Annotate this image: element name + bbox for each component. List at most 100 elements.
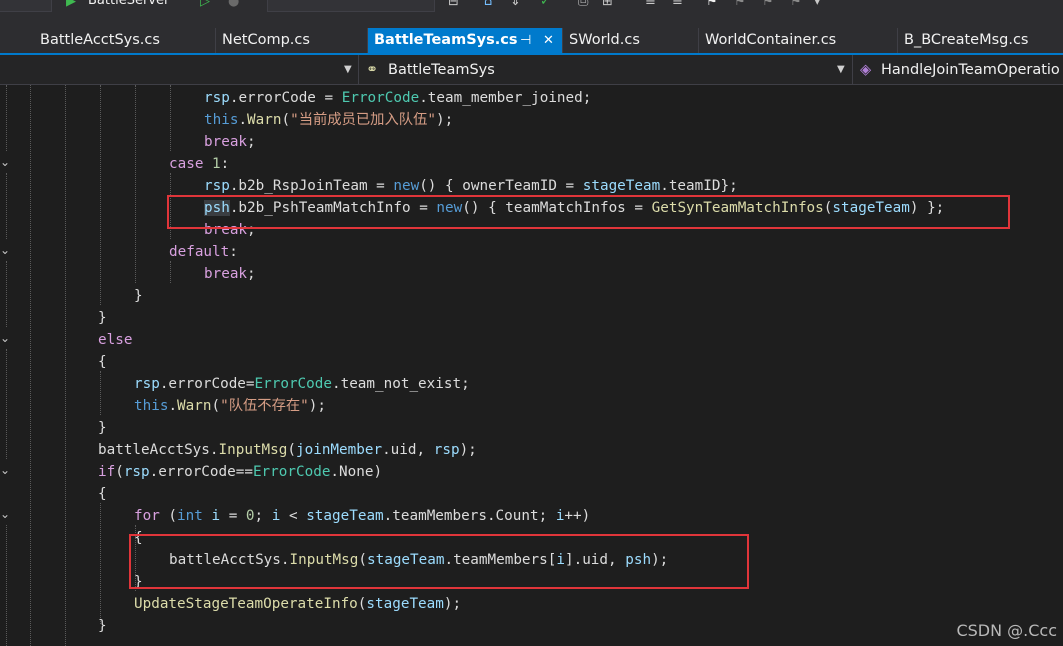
code-token: "当前成员已加入队伍": [290, 112, 436, 128]
code-line[interactable]: for (int i = 0; i < stageTeam.teamMember…: [134, 505, 590, 527]
run-target-label[interactable]: BattleServer: [88, 0, 169, 8]
compare-icon[interactable]: ⊞: [602, 0, 613, 9]
fold-guide: [6, 85, 7, 151]
outdent-icon[interactable]: ≡: [645, 0, 656, 9]
code-token: );: [459, 442, 477, 458]
code-token: default: [169, 244, 230, 260]
tab-b-bcreatemsg[interactable]: B_BCreateMsg.cs: [898, 28, 1063, 53]
member-dropdown[interactable]: HandleJoinTeamOperatio: [881, 59, 1060, 81]
code-line[interactable]: this.Warn("当前成员已加入队伍");: [204, 109, 453, 131]
find-icon[interactable]: ⊟: [448, 0, 459, 9]
tab-battleacctsys[interactable]: BattleAcctSys.cs: [34, 28, 216, 53]
stop-icon[interactable]: ●: [228, 0, 239, 9]
code-token: .teamMembers.Count;: [383, 508, 556, 524]
fold-chevron-down-icon[interactable]: ⌄: [0, 239, 10, 261]
code-token: new: [393, 178, 420, 194]
code-token: break: [204, 134, 248, 150]
tab-label: BattleAcctSys.cs: [40, 32, 160, 48]
code-line[interactable]: break;: [204, 131, 256, 153]
code-token: for: [134, 508, 160, 524]
code-token: break: [204, 266, 248, 282]
code-token: else: [98, 332, 133, 348]
code-token: stageTeam: [306, 508, 384, 524]
tab-battleteamsys[interactable]: BattleTeamSys.cs ⊣ ✕: [368, 28, 563, 53]
fold-chevron-down-icon[interactable]: ⌄: [0, 327, 10, 349]
toolbar-search-box[interactable]: [267, 0, 435, 12]
code-token: (: [159, 508, 178, 524]
bookmark-next-icon[interactable]: ⚑: [762, 0, 774, 9]
nav-divider: [852, 55, 853, 84]
sort-icon[interactable]: ⇕: [510, 0, 521, 9]
code-token: .teamID};: [660, 178, 738, 194]
bookmark-clear-icon[interactable]: ⚑: [790, 0, 802, 9]
code-line[interactable]: }: [98, 417, 107, 439]
code-line[interactable]: battleAcctSys.InputMsg(joinMember.uid, r…: [98, 439, 477, 461]
code-token: =: [220, 508, 246, 524]
indent-guide: [100, 85, 101, 305]
start-debug-icon[interactable]: ▶: [66, 0, 76, 9]
pin-icon[interactable]: ⊣: [520, 28, 531, 53]
code-token: "队伍不存在": [220, 398, 309, 414]
fold-chevron-down-icon[interactable]: ⌄: [0, 459, 10, 481]
code-token: case: [169, 156, 204, 172]
fold-chevron-down-icon[interactable]: ⌄: [0, 151, 10, 173]
close-icon[interactable]: ✕: [543, 28, 554, 53]
code-line[interactable]: rsp.errorCode=ErrorCode.team_not_exist;: [134, 373, 470, 395]
code-line[interactable]: rsp.errorCode = ErrorCode.team_member_jo…: [204, 87, 591, 109]
code-line[interactable]: {: [98, 483, 107, 505]
toolbar-overflow-icon[interactable]: ▾: [814, 0, 821, 9]
code-line[interactable]: rsp.b2b_RspJoinTeam = new() { ownerTeamI…: [204, 175, 738, 197]
code-token: Warn: [177, 398, 212, 414]
indent-icon[interactable]: ≡: [672, 0, 683, 9]
code-token: (: [115, 464, 124, 480]
solution-config-dropdown[interactable]: [0, 0, 52, 12]
bookmark-icon[interactable]: ⚑: [706, 0, 718, 9]
fold-guide: [6, 349, 7, 459]
code-token: rsp: [134, 376, 160, 392]
printer-icon[interactable]: ⎙: [578, 0, 588, 9]
class-dropdown-chevron-down-icon[interactable]: ▼: [837, 59, 845, 81]
code-line[interactable]: case 1:: [169, 153, 229, 175]
code-line[interactable]: }: [98, 307, 107, 329]
code-line[interactable]: if(rsp.errorCode==ErrorCode.None): [98, 461, 382, 483]
code-line[interactable]: break;: [204, 263, 256, 285]
tab-worldcontainer[interactable]: WorldContainer.cs: [699, 28, 898, 53]
indent-guide: [65, 85, 66, 646]
start-without-debug-icon[interactable]: ▷: [200, 0, 210, 9]
code-line[interactable]: {: [98, 351, 107, 373]
tab-netcomp[interactable]: NetComp.cs: [216, 28, 368, 53]
code-token: .b2b_RspJoinTeam =: [229, 178, 394, 194]
class-icon: ⚭: [366, 62, 379, 78]
code-token: ErrorCode: [252, 464, 331, 480]
annotation-box: [167, 195, 1010, 229]
project-dropdown-chevron-down-icon[interactable]: ▼: [344, 59, 352, 81]
code-line[interactable]: UpdateStageTeamOperateInfo(stageTeam);: [134, 593, 461, 615]
tab-sworld[interactable]: SWorld.cs: [563, 28, 699, 53]
home-icon[interactable]: ⌂: [484, 0, 492, 9]
annotation-box: [129, 534, 749, 589]
code-token: ;: [247, 134, 256, 150]
indent-guide: [135, 85, 136, 283]
code-token: .errorCode==: [149, 464, 253, 480]
code-line[interactable]: }: [98, 615, 107, 637]
code-token: .errorCode=: [159, 376, 255, 392]
bookmark-prev-icon[interactable]: ⚑: [734, 0, 746, 9]
code-token: () { ownerTeamID =: [419, 178, 583, 194]
fold-chevron-down-icon[interactable]: ⌄: [0, 503, 10, 525]
code-line[interactable]: else: [98, 329, 132, 351]
code-token: }: [98, 310, 107, 326]
code-token: UpdateStageTeamOperateInfo: [134, 596, 358, 612]
code-token: ;: [254, 508, 272, 524]
code-token: {: [98, 486, 107, 502]
indent-guide: [100, 503, 101, 624]
code-token: }: [134, 288, 143, 304]
code-line[interactable]: }: [134, 285, 143, 307]
code-line[interactable]: this.Warn("队伍不存在");: [134, 395, 326, 417]
code-token: ErrorCode: [254, 376, 332, 392]
code-line[interactable]: default:: [169, 241, 238, 263]
code-editor[interactable]: ⌄ ⌄ ⌄ ⌄ ⌄ rsp.errorCode = ErrorCode.team…: [0, 85, 1063, 646]
check-icon[interactable]: ✓: [540, 0, 551, 9]
class-dropdown[interactable]: BattleTeamSys: [388, 59, 495, 81]
code-token: ++): [564, 508, 591, 524]
toolbar: ▶ BattleServer ▷ ● ⊟ ⌂ ⇕ ✓ ⎙ ⊞ ≡ ≡ ⚑ ⚑ ⚑…: [0, 0, 1063, 28]
